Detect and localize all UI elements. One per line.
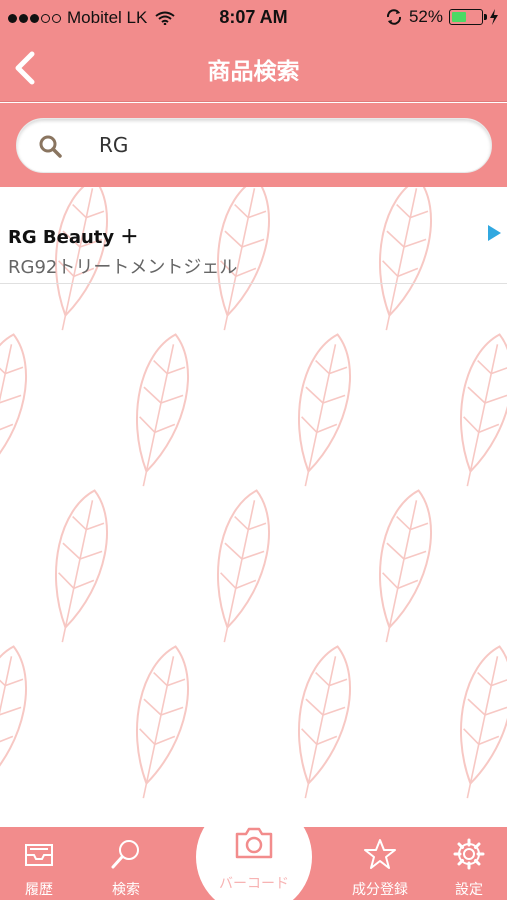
tab-ingredient-register[interactable]: 成分登録 — [345, 827, 415, 900]
camera-icon — [235, 827, 273, 859]
leaf-icon — [0, 333, 27, 487]
tab-search[interactable]: 検索 — [91, 827, 161, 900]
tab-label: 検索 — [112, 882, 140, 898]
leaf-icon — [0, 645, 27, 799]
list-item[interactable]: RG Beauty ＋ RG92トリートメントジェル — [0, 209, 507, 284]
leaf-icon — [378, 489, 432, 643]
leaf-icon — [459, 645, 507, 799]
navigation-bar: 商品検索 — [0, 34, 507, 102]
leaf-icon — [135, 645, 189, 799]
leaf-icon — [216, 489, 270, 643]
disclosure-arrow-icon — [488, 225, 501, 241]
battery-tip — [484, 14, 487, 20]
status-right: 52% — [385, 7, 499, 27]
gear-icon — [453, 838, 485, 870]
search-area: RG — [0, 103, 507, 187]
battery-icon — [449, 9, 487, 25]
tab-label: 履歴 — [25, 882, 53, 898]
tab-label: 成分登録 — [352, 882, 408, 898]
tab-label: バーコード — [219, 876, 289, 892]
sync-icon — [386, 9, 401, 25]
search-icon — [39, 135, 62, 158]
charging-bolt-icon — [490, 9, 498, 25]
leaf-icon — [297, 645, 351, 799]
tab-label: 設定 — [455, 882, 483, 898]
tab-history[interactable]: 履歴 — [4, 827, 74, 900]
battery-percent: 52% — [408, 7, 443, 26]
page-title: 商品検索 — [207, 59, 300, 85]
leaf-icon — [54, 489, 108, 643]
star-icon — [364, 839, 396, 869]
results-list[interactable]: RG Beauty ＋ RG92トリートメントジェル — [0, 187, 507, 827]
leaf-icon — [459, 333, 507, 487]
battery-fill — [452, 12, 466, 22]
leaf-icon — [297, 333, 351, 487]
leaf-icon — [135, 333, 189, 487]
inbox-tray-icon — [25, 844, 53, 866]
result-product-name: RG92トリートメントジェル — [8, 257, 238, 278]
search-input[interactable]: RG — [16, 118, 492, 173]
result-brand: RG Beauty ＋ — [8, 227, 139, 248]
search-icon — [111, 840, 139, 869]
status-bar: Mobitel LK 8:07 AM 52% — [0, 0, 507, 34]
search-query-text[interactable]: RG — [99, 133, 128, 157]
tab-settings[interactable]: 設定 — [434, 827, 504, 900]
